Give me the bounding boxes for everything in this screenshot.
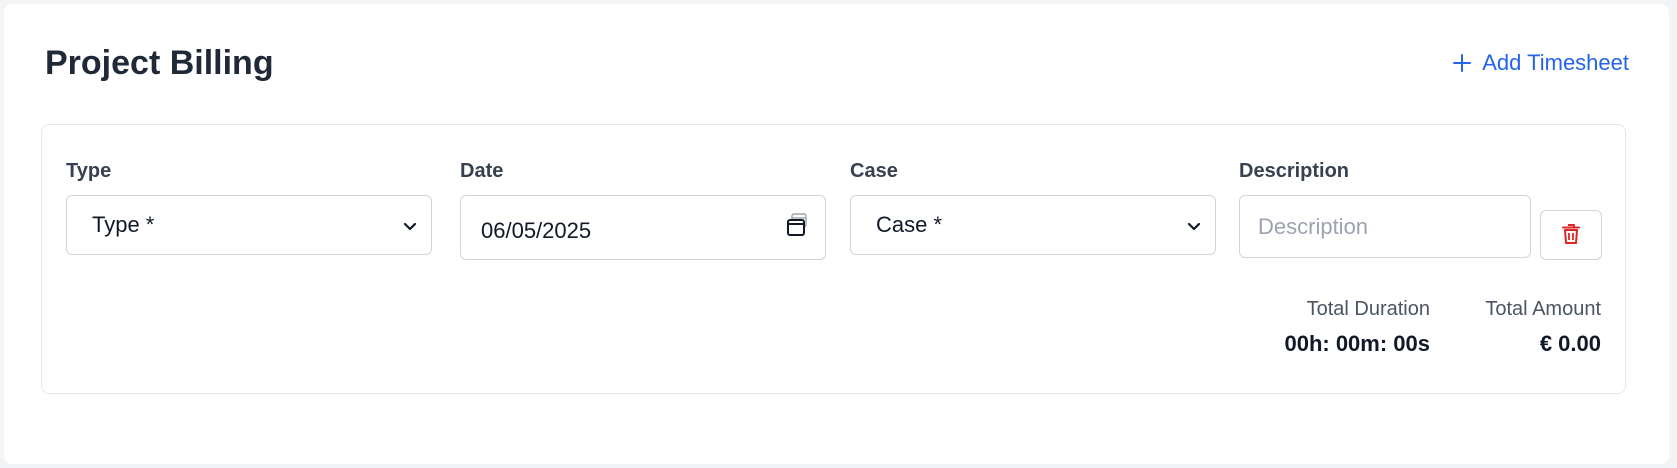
trash-icon (1561, 223, 1581, 248)
project-billing-panel: Project Billing Add Timesheet Type Type … (4, 4, 1669, 464)
chevron-down-icon (403, 212, 417, 238)
type-select-value: Type * (92, 212, 155, 237)
case-select[interactable]: Case * (850, 195, 1216, 255)
case-label: Case (850, 160, 898, 182)
total-duration-label: Total Duration (1306, 298, 1430, 320)
total-duration: Total Duration 00h: 00m: 00s (1284, 299, 1430, 355)
case-select-value: Case * (876, 212, 943, 237)
page-title: Project Billing (45, 44, 274, 82)
description-placeholder: Description (1258, 213, 1369, 239)
type-select[interactable]: Type * (66, 195, 432, 255)
date-input[interactable]: 06/05/2025 (460, 195, 826, 260)
delete-row-button[interactable] (1540, 210, 1602, 260)
date-input-value: 06/05/2025 (481, 217, 592, 243)
type-label: Type (66, 160, 112, 182)
total-amount-value: € 0.00 (1539, 331, 1601, 356)
calendar-icon[interactable] (785, 212, 809, 244)
date-label: Date (460, 160, 504, 182)
plus-icon (1452, 53, 1472, 73)
add-timesheet-button[interactable]: Add Timesheet (1452, 52, 1629, 74)
total-amount-label: Total Amount (1485, 298, 1601, 320)
description-input[interactable]: Description (1239, 195, 1531, 258)
description-label: Description (1239, 160, 1350, 182)
chevron-down-icon (1187, 212, 1201, 238)
total-duration-value: 00h: 00m: 00s (1284, 331, 1430, 356)
total-amount: Total Amount € 0.00 (1485, 299, 1601, 355)
add-timesheet-label: Add Timesheet (1482, 50, 1629, 75)
timesheet-card: Type Type * Date 06/05/2025 Case Case * … (41, 124, 1626, 394)
